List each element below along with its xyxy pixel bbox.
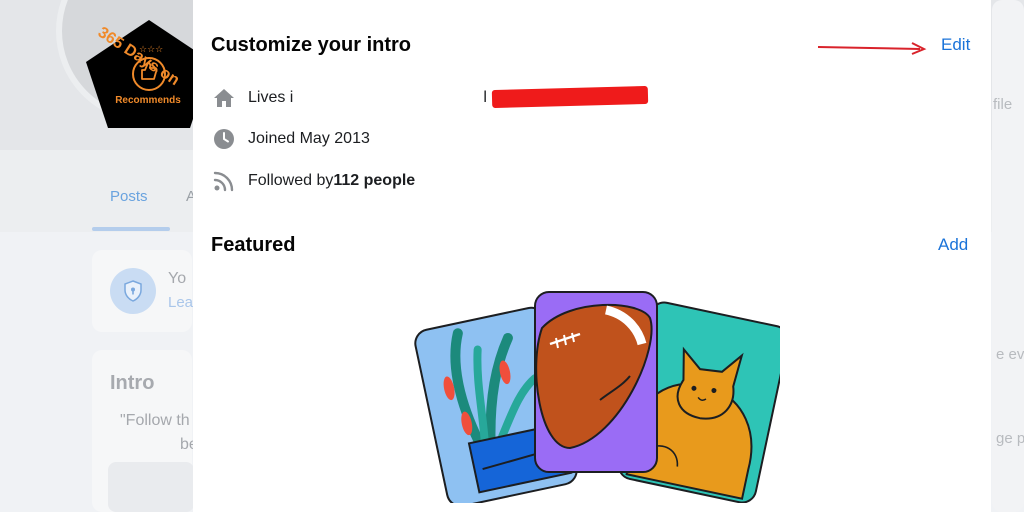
red-redaction-mark xyxy=(491,85,649,109)
add-featured-link[interactable]: Add xyxy=(938,235,968,255)
background-intro-title: Intro xyxy=(110,372,155,394)
intro-item-joined: Joined May 2013 xyxy=(213,127,370,151)
annotation-arrow xyxy=(817,42,927,55)
background-right-text-1: file xyxy=(993,96,1013,113)
background-right-text-2: e eve xyxy=(996,346,1024,363)
featured-illustration xyxy=(414,291,780,503)
badge-subtitle: Recommends xyxy=(115,95,181,106)
tab-posts-underline xyxy=(92,227,170,231)
lives-in-value: l xyxy=(483,89,487,106)
background-notice-link[interactable]: Lea xyxy=(168,294,193,311)
rss-icon xyxy=(213,170,235,192)
shield-icon xyxy=(110,268,156,314)
background-bottom-card xyxy=(108,462,194,512)
clock-icon xyxy=(213,128,235,150)
followed-by-prefix: Followed by xyxy=(248,172,334,189)
intro-item-followers: Followed by 112 people xyxy=(213,169,415,193)
background-right-text-3: ge p xyxy=(996,430,1024,447)
home-icon xyxy=(213,87,235,109)
edit-intro-link[interactable]: Edit xyxy=(941,35,970,55)
joined-text: Joined May 2013 xyxy=(248,130,370,147)
tab-posts[interactable]: Posts xyxy=(110,188,148,205)
intro-item-lives-in: Lives i l xyxy=(213,86,487,110)
background-notice-title: Yo xyxy=(168,270,187,287)
background-intro-quote: "Follow th xyxy=(120,412,190,429)
football-card xyxy=(534,291,658,473)
lives-in-prefix: Lives i xyxy=(248,89,294,106)
featured-title: Featured xyxy=(211,234,296,256)
customize-intro-title: Customize your intro xyxy=(211,34,412,56)
followers-count[interactable]: 112 people xyxy=(333,172,415,190)
